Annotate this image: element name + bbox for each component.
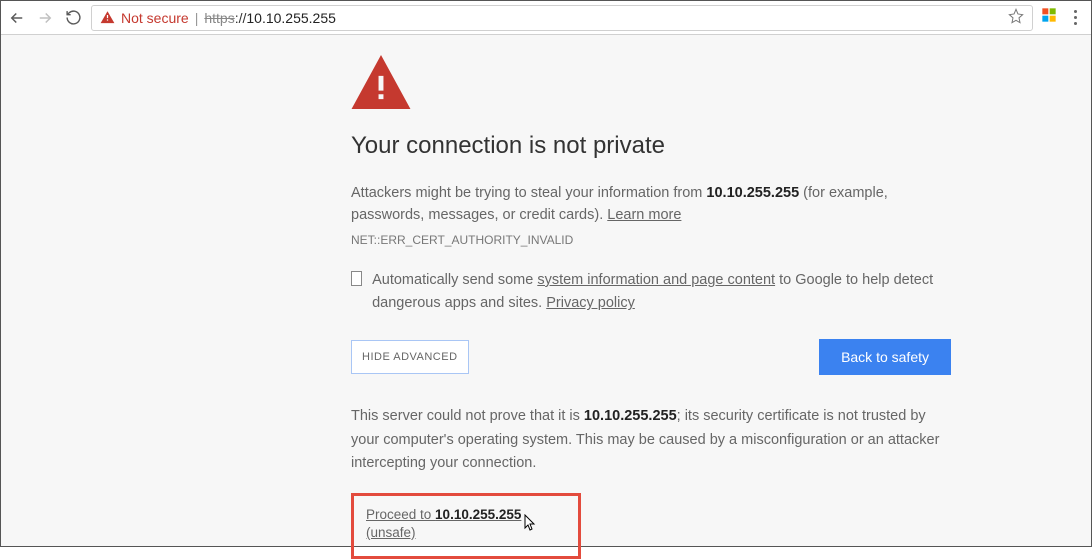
opt-in-row: Automatically send some system informati… <box>351 269 951 315</box>
forward-button[interactable] <box>35 8 55 28</box>
optin-checkbox[interactable] <box>351 271 362 286</box>
proceed-unsafe-link[interactable]: Proceed to 10.10.255.255 (unsafe) <box>366 507 521 540</box>
learn-more-link[interactable]: Learn more <box>607 207 681 223</box>
large-warning-icon <box>351 55 951 114</box>
url-text: https://10.10.255.255 <box>204 10 336 26</box>
warning-paragraph: Attackers might be trying to steal your … <box>351 182 951 227</box>
privacy-policy-link[interactable]: Privacy policy <box>546 295 635 311</box>
menu-button[interactable] <box>1065 10 1085 25</box>
hide-advanced-button[interactable]: HIDE ADVANCED <box>351 340 469 374</box>
page-heading: Your connection is not private <box>351 132 951 160</box>
cursor-icon <box>522 514 538 534</box>
interstitial-page: Your connection is not private Attackers… <box>1 35 1091 546</box>
browser-toolbar: Not secure | https://10.10.255.255 <box>1 1 1091 35</box>
warning-triangle-icon <box>100 10 115 25</box>
reload-button[interactable] <box>63 8 83 28</box>
error-code: NET::ERR_CERT_AUTHORITY_INVALID <box>351 233 951 247</box>
button-row: HIDE ADVANCED Back to safety <box>351 339 951 375</box>
bookmark-star-icon[interactable] <box>1008 8 1024 27</box>
highlighted-proceed-box: Proceed to 10.10.255.255 (unsafe) <box>351 493 581 559</box>
back-to-safety-button[interactable]: Back to safety <box>819 339 951 375</box>
back-button[interactable] <box>7 8 27 28</box>
optin-text: Automatically send some system informati… <box>372 269 951 315</box>
system-info-link[interactable]: system information and page content <box>537 272 775 288</box>
windows-icon[interactable] <box>1041 7 1057 28</box>
separator: | <box>195 10 199 26</box>
security-status: Not secure <box>121 10 189 26</box>
address-bar[interactable]: Not secure | https://10.10.255.255 <box>91 5 1033 31</box>
detail-paragraph: This server could not prove that it is 1… <box>351 405 951 475</box>
